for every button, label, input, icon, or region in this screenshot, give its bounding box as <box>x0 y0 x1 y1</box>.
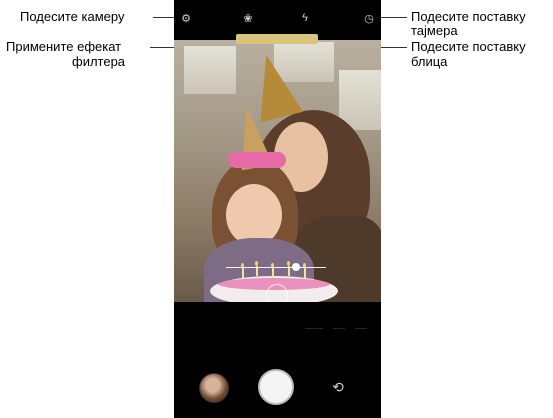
leader-timer <box>378 17 407 18</box>
mode-item[interactable]: —— <box>333 326 345 340</box>
filter-icon[interactable]: ❀ <box>241 11 255 25</box>
gallery-thumbnail[interactable] <box>199 373 229 403</box>
callout-filter-line2: филтера <box>72 54 126 69</box>
callout-filter-line1: Примените ефекат <box>6 39 122 54</box>
gear-icon[interactable]: ⚙ <box>179 11 193 25</box>
callout-flash-line1: Подесите поставку <box>411 39 526 54</box>
background-window <box>184 46 236 94</box>
callout-timer-line1: Подесите поставку <box>411 9 526 24</box>
zoom-slider-thumb[interactable] <box>292 263 300 271</box>
switch-camera-icon[interactable]: ⟲ <box>328 377 348 397</box>
shutter-button[interactable] <box>258 369 294 405</box>
callout-camera-settings: Подесите камеру <box>20 9 125 24</box>
filter-banner <box>236 34 318 44</box>
camera-mode-bar: ——— —— —— <box>174 326 381 340</box>
viewfinder-preview[interactable] <box>174 40 381 302</box>
candle-flame <box>287 261 290 266</box>
timer-icon[interactable]: ◷ <box>362 11 376 25</box>
candle <box>304 268 306 278</box>
flash-icon[interactable]: ϟ <box>298 11 312 25</box>
candle <box>272 268 274 278</box>
callout-timer-line2: тајмера <box>411 23 458 38</box>
zoom-slider-track[interactable] <box>226 267 326 268</box>
focus-indicator <box>266 284 288 302</box>
mode-item[interactable]: —— <box>355 326 367 340</box>
candle-flame <box>255 261 258 266</box>
camera-screen: ⚙ ❀ ϟ ◷ ——— —— —— ⟲ <box>174 0 381 418</box>
party-crown <box>228 152 286 168</box>
mode-item[interactable]: ——— <box>305 326 323 340</box>
candle <box>242 268 244 278</box>
subject-girl-face <box>226 184 282 246</box>
callout-flash-line2: блица <box>411 54 448 69</box>
